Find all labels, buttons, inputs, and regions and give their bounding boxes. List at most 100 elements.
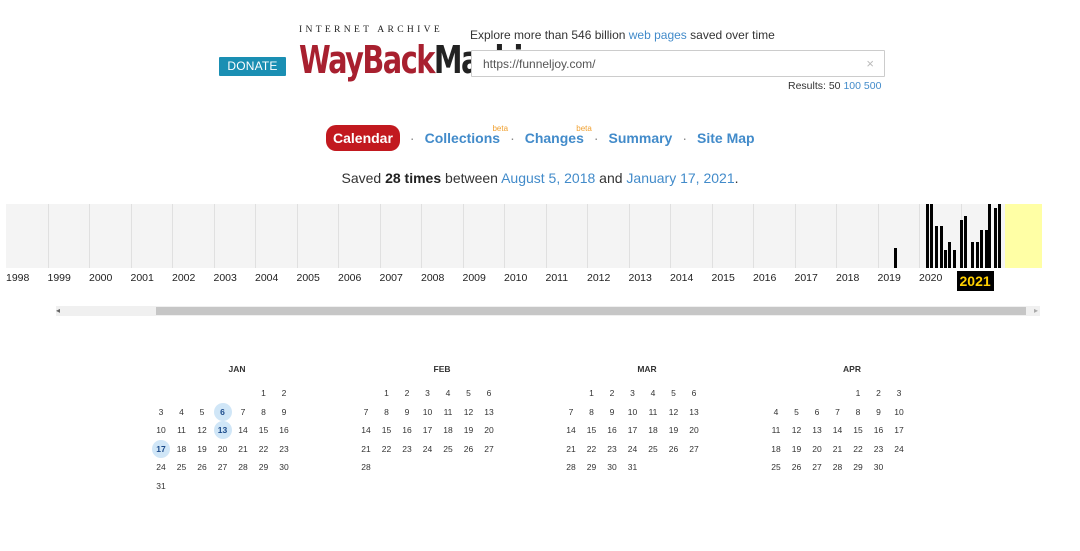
last-capture-link[interactable]: January 17, 2021 xyxy=(626,170,734,186)
calendar-day: 5 xyxy=(466,388,471,398)
year-column-divider xyxy=(504,204,505,268)
calendar-day: 29 xyxy=(258,462,269,472)
calendar-day: 1 xyxy=(384,388,389,398)
year-label-2020[interactable]: 2020 xyxy=(919,272,942,284)
calendar-day: 25 xyxy=(771,462,781,472)
year-label-2008[interactable]: 2008 xyxy=(421,272,444,284)
capture-bar[interactable] xyxy=(964,216,967,268)
year-label-2001[interactable]: 2001 xyxy=(131,272,154,284)
calendar-day: 16 xyxy=(607,425,617,435)
web-pages-link[interactable]: web pages xyxy=(629,28,687,42)
scrollbar-thumb[interactable] xyxy=(156,307,1026,315)
capture-bar[interactable] xyxy=(940,226,943,268)
calendar-day: 11 xyxy=(443,406,453,417)
first-capture-link[interactable]: August 5, 2018 xyxy=(501,170,595,186)
calendar-day: 17 xyxy=(627,425,638,435)
tab-site-map[interactable]: Site Map xyxy=(697,130,755,146)
calendar-day: 20 xyxy=(484,425,494,435)
calendar-day: 19 xyxy=(463,425,474,435)
calendar-day: 27 xyxy=(689,443,699,454)
capture-bar[interactable] xyxy=(980,230,983,268)
results-100-link[interactable]: 100 xyxy=(843,80,861,92)
year-label-2005[interactable]: 2005 xyxy=(297,272,320,284)
capture-bar[interactable] xyxy=(894,248,897,268)
calendar-day: 28 xyxy=(566,462,576,472)
scroll-left-icon[interactable]: ◂ xyxy=(56,306,60,316)
results-count: Results: 50 100 500 xyxy=(788,80,882,92)
tab-changes[interactable]: Changes beta xyxy=(525,124,592,146)
year-label-2017[interactable]: 2017 xyxy=(795,272,818,284)
url-search-box[interactable]: × xyxy=(471,50,885,77)
capture-bar[interactable] xyxy=(948,242,951,268)
capture-bar[interactable] xyxy=(998,204,1001,268)
capture-bar[interactable] xyxy=(930,204,933,268)
calendar-day-captured[interactable]: 13 xyxy=(213,421,232,439)
year-label-2002[interactable]: 2002 xyxy=(172,272,195,284)
tab-calendar[interactable]: Calendar xyxy=(326,125,400,151)
year-column-divider xyxy=(670,204,671,268)
saved-summary: Saved 28 times between August 5, 2018 an… xyxy=(341,170,739,186)
year-label-2006[interactable]: 2006 xyxy=(338,272,361,284)
calendar-day: 28 xyxy=(238,462,248,472)
capture-bar[interactable] xyxy=(935,226,938,268)
year-column-divider xyxy=(628,204,630,268)
calendar-day: 10 xyxy=(156,425,166,435)
year-label-2007[interactable]: 2007 xyxy=(380,272,403,284)
calendar-day: 23 xyxy=(607,443,617,454)
calendar-day: 22 xyxy=(258,443,269,454)
donate-button[interactable]: DONATE xyxy=(219,57,286,76)
calendar-day: 14 xyxy=(566,425,576,435)
wayback-logo[interactable]: INTERNET ARCHIVE WayBackMachine xyxy=(299,24,560,102)
calendar-day: 16 xyxy=(402,425,412,435)
capture-bar[interactable] xyxy=(960,220,963,268)
calendar-day: 13 xyxy=(689,406,699,417)
year-label-2018[interactable]: 2018 xyxy=(836,272,859,284)
year-label-2003[interactable]: 2003 xyxy=(214,272,237,284)
capture-sparkline[interactable] xyxy=(6,204,1042,268)
capture-bar[interactable] xyxy=(926,204,929,268)
calendar-day: 21 xyxy=(361,443,371,454)
calendar-day: 30 xyxy=(873,462,884,472)
year-label-2021[interactable]: 2021 xyxy=(956,271,994,291)
url-input[interactable] xyxy=(472,51,852,76)
scroll-right-icon[interactable]: ▸ xyxy=(1034,306,1038,316)
clear-icon[interactable]: × xyxy=(866,56,874,71)
capture-bar[interactable] xyxy=(976,242,979,268)
calendar-day: 15 xyxy=(853,425,863,435)
calendar-day-captured[interactable]: 17 xyxy=(152,439,170,458)
calendar-day: 10 xyxy=(894,406,904,417)
year-label-2013[interactable]: 2013 xyxy=(629,272,652,284)
year-label-1999[interactable]: 1999 xyxy=(48,272,71,284)
year-column-divider xyxy=(296,204,298,268)
capture-bar[interactable] xyxy=(944,250,947,268)
calendar-day: 8 xyxy=(855,406,861,417)
calendar-day: 6 xyxy=(814,406,820,417)
capture-bar[interactable] xyxy=(994,208,997,268)
calendar-day: 9 xyxy=(281,406,287,417)
capture-bar[interactable] xyxy=(953,250,956,268)
results-500-link[interactable]: 500 xyxy=(864,80,882,92)
calendar-day: 18 xyxy=(443,425,453,435)
year-label-2000[interactable]: 2000 xyxy=(89,272,112,284)
year-column-divider xyxy=(711,204,713,268)
year-label-2011[interactable]: 2011 xyxy=(546,272,569,284)
year-label-1998[interactable]: 1998 xyxy=(6,272,29,284)
capture-bar[interactable] xyxy=(988,204,991,268)
year-column-divider xyxy=(338,204,339,268)
year-label-2004[interactable]: 2004 xyxy=(255,272,278,284)
timeline-scrollbar[interactable]: ◂ ▸ xyxy=(56,306,1040,316)
calendar-day-captured[interactable]: 6 xyxy=(213,402,232,421)
capture-bar[interactable] xyxy=(971,242,974,268)
year-label-2016[interactable]: 2016 xyxy=(753,272,776,284)
calendar-day: 13 xyxy=(812,425,822,435)
tab-summary[interactable]: Summary xyxy=(609,130,673,146)
tab-separator: · xyxy=(593,130,599,146)
year-label-2010[interactable]: 2010 xyxy=(504,272,527,284)
year-label-2009[interactable]: 2009 xyxy=(463,272,486,284)
year-label-2014[interactable]: 2014 xyxy=(670,272,693,284)
tab-collections[interactable]: Collections beta xyxy=(425,124,508,146)
calendar-day: 28 xyxy=(361,462,371,472)
year-label-2015[interactable]: 2015 xyxy=(712,272,735,284)
year-label-2019[interactable]: 2019 xyxy=(878,272,901,284)
year-label-2012[interactable]: 2012 xyxy=(587,272,610,284)
